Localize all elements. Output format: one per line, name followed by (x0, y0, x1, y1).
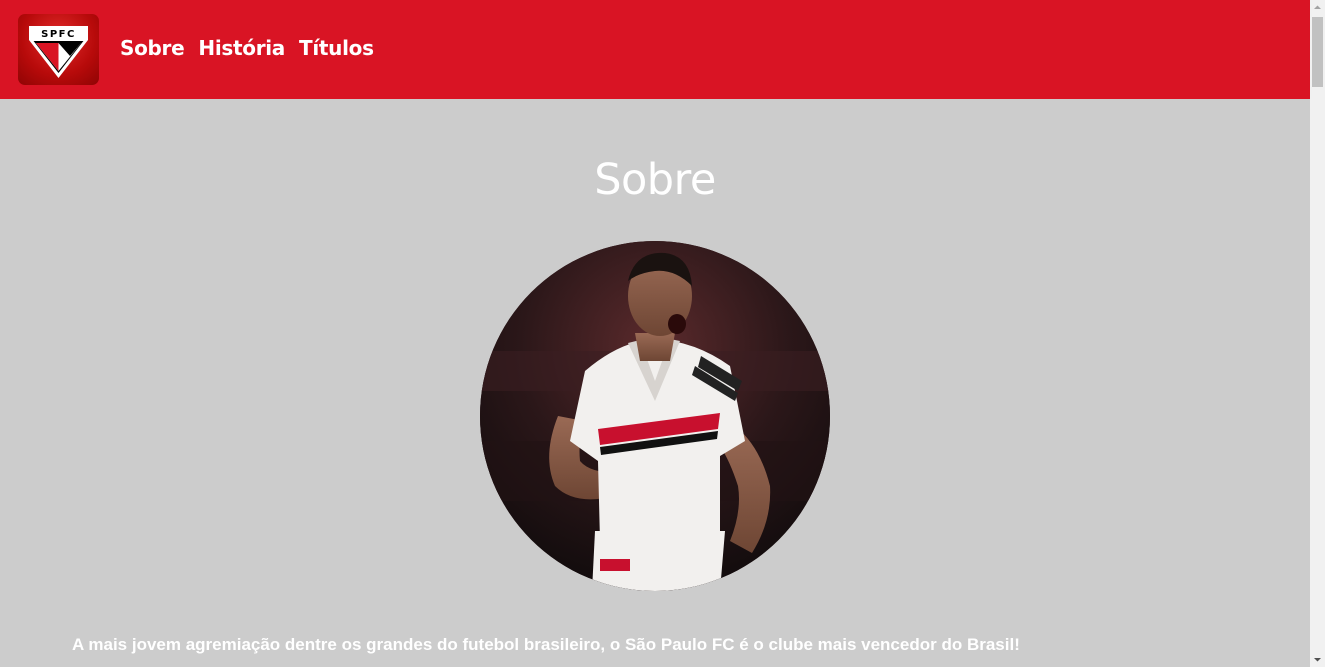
chevron-down-icon[interactable] (1310, 652, 1325, 667)
player-image (480, 241, 830, 591)
chevron-up-icon[interactable] (1310, 0, 1325, 15)
nav-link-sobre[interactable]: Sobre (120, 36, 185, 60)
vertical-scrollbar[interactable] (1310, 0, 1325, 667)
nav-link-historia[interactable]: História (198, 36, 285, 60)
logo-text: SPFC (41, 29, 76, 40)
page-title: Sobre (594, 155, 716, 205)
about-paragraph: A mais jovem agremiação dentre os grande… (72, 635, 1020, 654)
nav-link-titulos[interactable]: Títulos (299, 36, 374, 60)
page-viewport: SPFC Sobre História Títulos Sobre A mais… (0, 0, 1310, 667)
spfc-shield-icon (29, 26, 88, 78)
scrollbar-thumb[interactable] (1312, 17, 1323, 87)
club-logo[interactable]: SPFC (18, 14, 99, 85)
top-navbar: SPFC Sobre História Títulos (0, 0, 1310, 99)
main-nav: Sobre História Títulos (120, 36, 374, 60)
player-photo (480, 241, 830, 591)
